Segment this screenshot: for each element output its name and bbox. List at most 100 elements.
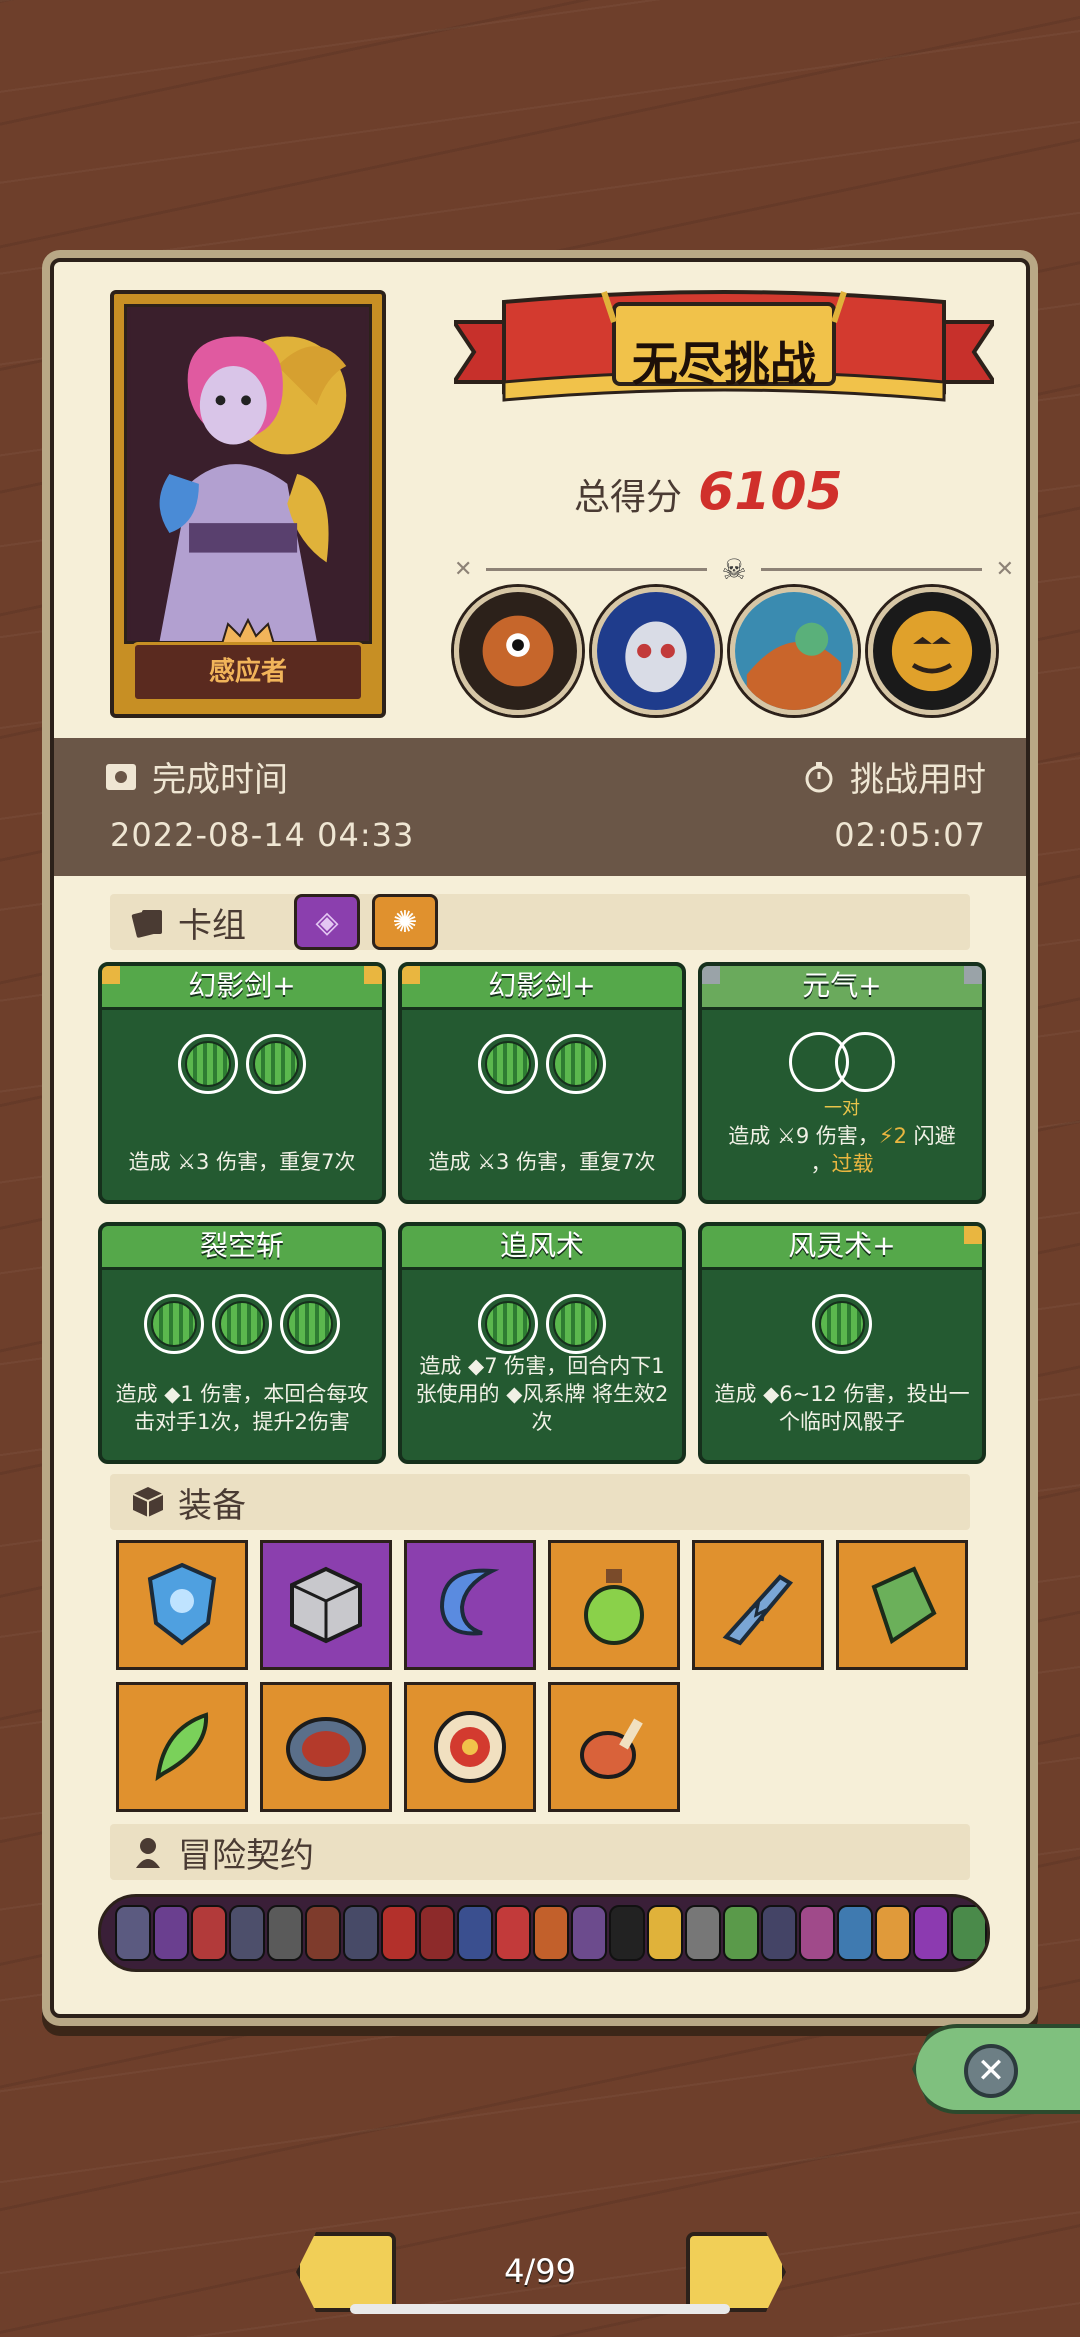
boss-avatar[interactable] <box>730 587 858 715</box>
card-description: 造成 ⚔9 伤害，⚡2 闪避 ，过载 <box>728 1124 956 1176</box>
deck-card[interactable]: 风灵术+ 造成 ◆6~12 伤害，投出一个临时风骰子 <box>698 1222 986 1464</box>
score-label: 总得分 <box>574 477 683 518</box>
character-portrait <box>124 304 372 644</box>
dice-slot <box>812 1294 872 1354</box>
arrow-right-icon: ✕ <box>995 556 1015 582</box>
stone-icon <box>871 1566 937 1645</box>
wheel-icon <box>286 1717 366 1781</box>
deck-card[interactable]: 幻影剑+ 造成 ⚔3 伤害，重复7次 <box>398 962 686 1204</box>
result-panel: 感应者 无尽挑战 总得分 6105 ✕ ☠ ✕ 完成时间 2022-08-14 … <box>50 258 1030 2018</box>
deck-title: 卡组 <box>178 905 246 946</box>
contract-badge[interactable] <box>799 1905 835 1961</box>
card-description: 造成 ◆1 伤害，本回合每攻击对手1次，提升2伤害 <box>115 1382 369 1434</box>
contract-badge[interactable] <box>305 1905 341 1961</box>
cube-icon <box>290 1566 362 1644</box>
contract-badge[interactable] <box>761 1905 797 1961</box>
contract-badge[interactable] <box>685 1905 721 1961</box>
dice-slot <box>478 1294 538 1354</box>
equipment-grid <box>116 1540 996 1812</box>
equipment-slot[interactable] <box>116 1682 248 1812</box>
contract-badge[interactable] <box>457 1905 493 1961</box>
card-description: 造成 ⚔3 伤害，重复7次 <box>428 1150 656 1174</box>
finish-time-value: 2022-08-14 04:33 <box>110 816 415 854</box>
deck-section-header: 卡组 ◈ ✺ <box>110 894 970 950</box>
contract-badge[interactable] <box>495 1905 531 1961</box>
score-row: 总得分 6105 <box>574 462 843 522</box>
contract-badge[interactable] <box>229 1905 265 1961</box>
shield-icon <box>147 1562 217 1646</box>
filter-purple-button[interactable]: ◈ <box>294 894 360 950</box>
contract-badge[interactable] <box>191 1905 227 1961</box>
contract-badge[interactable] <box>381 1905 417 1961</box>
card-description: 造成 ◆6~12 伤害，投出一个临时风骰子 <box>714 1382 970 1434</box>
card-description: 造成 ⚔3 伤害，重复7次 <box>128 1150 356 1174</box>
contract-badge[interactable] <box>837 1905 873 1961</box>
contract-badge[interactable] <box>267 1905 303 1961</box>
equipment-slot[interactable] <box>836 1540 968 1670</box>
contract-badge[interactable] <box>115 1905 151 1961</box>
sword-icon: ⚔ <box>177 1150 197 1174</box>
medal-icon <box>434 1711 506 1783</box>
dice-slot <box>144 1294 204 1354</box>
contracts-title: 冒险契约 <box>178 1835 314 1876</box>
contract-strip <box>98 1894 990 1972</box>
contract-badge[interactable] <box>571 1905 607 1961</box>
deck-grid: 幻影剑+ 造成 ⚔3 伤害，重复7次 幻影剑+ 造成 ⚔3 伤害，重复7次 元气… <box>98 962 998 1464</box>
page-counter: 4/99 <box>504 2252 576 2290</box>
contract-badge[interactable] <box>533 1905 569 1961</box>
contract-badge[interactable] <box>989 1905 990 1961</box>
equipment-slot[interactable] <box>548 1540 680 1670</box>
contract-badge[interactable] <box>647 1905 683 1961</box>
card-title: 风灵术+ <box>702 1226 982 1270</box>
character-card[interactable]: 感应者 <box>110 290 386 718</box>
dice-slot <box>546 1034 606 1094</box>
boss-avatar[interactable] <box>592 587 720 715</box>
contract-badge[interactable] <box>419 1905 455 1961</box>
contract-badge[interactable] <box>875 1905 911 1961</box>
contract-badge[interactable] <box>723 1905 759 1961</box>
finish-time-label: 完成时间 <box>152 760 288 800</box>
boss-list <box>454 587 996 715</box>
dice-slot <box>212 1294 272 1354</box>
finish-time-label-group: 完成时间 <box>104 752 288 801</box>
card-title: 幻影剑+ <box>102 966 382 1010</box>
deck-card[interactable]: 幻影剑+ 造成 ⚔3 伤害，重复7次 <box>98 962 386 1204</box>
sword-icon <box>722 1574 794 1646</box>
equipment-slot[interactable] <box>404 1540 536 1670</box>
dice-slot <box>280 1294 340 1354</box>
card-title: 追风术 <box>402 1226 682 1270</box>
deck-card[interactable]: 裂空斩 造成 ◆1 伤害，本回合每攻击对手1次，提升2伤害 <box>98 1222 386 1464</box>
home-indicator[interactable] <box>350 2304 730 2314</box>
contract-badge[interactable] <box>153 1905 189 1961</box>
equipment-slot[interactable] <box>260 1540 392 1670</box>
info-bar: 完成时间 2022-08-14 04:33 挑战用时 02:05:07 <box>54 738 1026 876</box>
equipment-section-header: 装备 <box>110 1474 970 1530</box>
equipment-slot[interactable] <box>260 1682 392 1812</box>
boss-avatar[interactable] <box>454 587 582 715</box>
banner-title: 无尽挑战 <box>632 337 816 391</box>
deck-card[interactable]: 追风术 造成 ◆7 伤害，回合内下1张使用的 ◆风系牌 将生效2次 <box>398 1222 686 1464</box>
equipment-slot[interactable] <box>404 1682 536 1812</box>
equipment-slot[interactable] <box>548 1682 680 1812</box>
card-title: 裂空斩 <box>102 1226 382 1270</box>
lightning-icon: ⚡ <box>878 1124 894 1148</box>
character-name: 感应者 <box>132 642 364 702</box>
deck-card[interactable]: 元气+ 一对 造成 ⚔9 伤害，⚡2 闪避 ，过载 <box>698 962 986 1204</box>
cards-icon <box>131 910 162 938</box>
contract-badge[interactable] <box>609 1905 645 1961</box>
skull-icon: ☠ <box>721 552 747 586</box>
contract-badge[interactable] <box>343 1905 379 1961</box>
dice-slot <box>546 1294 606 1354</box>
sword-icon: ⚔ <box>477 1150 497 1174</box>
close-icon[interactable]: ✕ <box>964 2044 1018 2098</box>
contract-badge[interactable] <box>913 1905 949 1961</box>
divider: ✕ ☠ ✕ <box>454 552 1015 586</box>
equipment-slot[interactable] <box>692 1540 824 1670</box>
filter-orange-button[interactable]: ✺ <box>372 894 438 950</box>
feather-icon <box>155 1712 209 1782</box>
duration-label: 挑战用时 <box>850 760 986 800</box>
boss-avatar[interactable] <box>868 587 996 715</box>
stopwatch-icon <box>805 761 833 792</box>
contract-badge[interactable] <box>951 1905 987 1961</box>
equipment-slot[interactable] <box>116 1540 248 1670</box>
